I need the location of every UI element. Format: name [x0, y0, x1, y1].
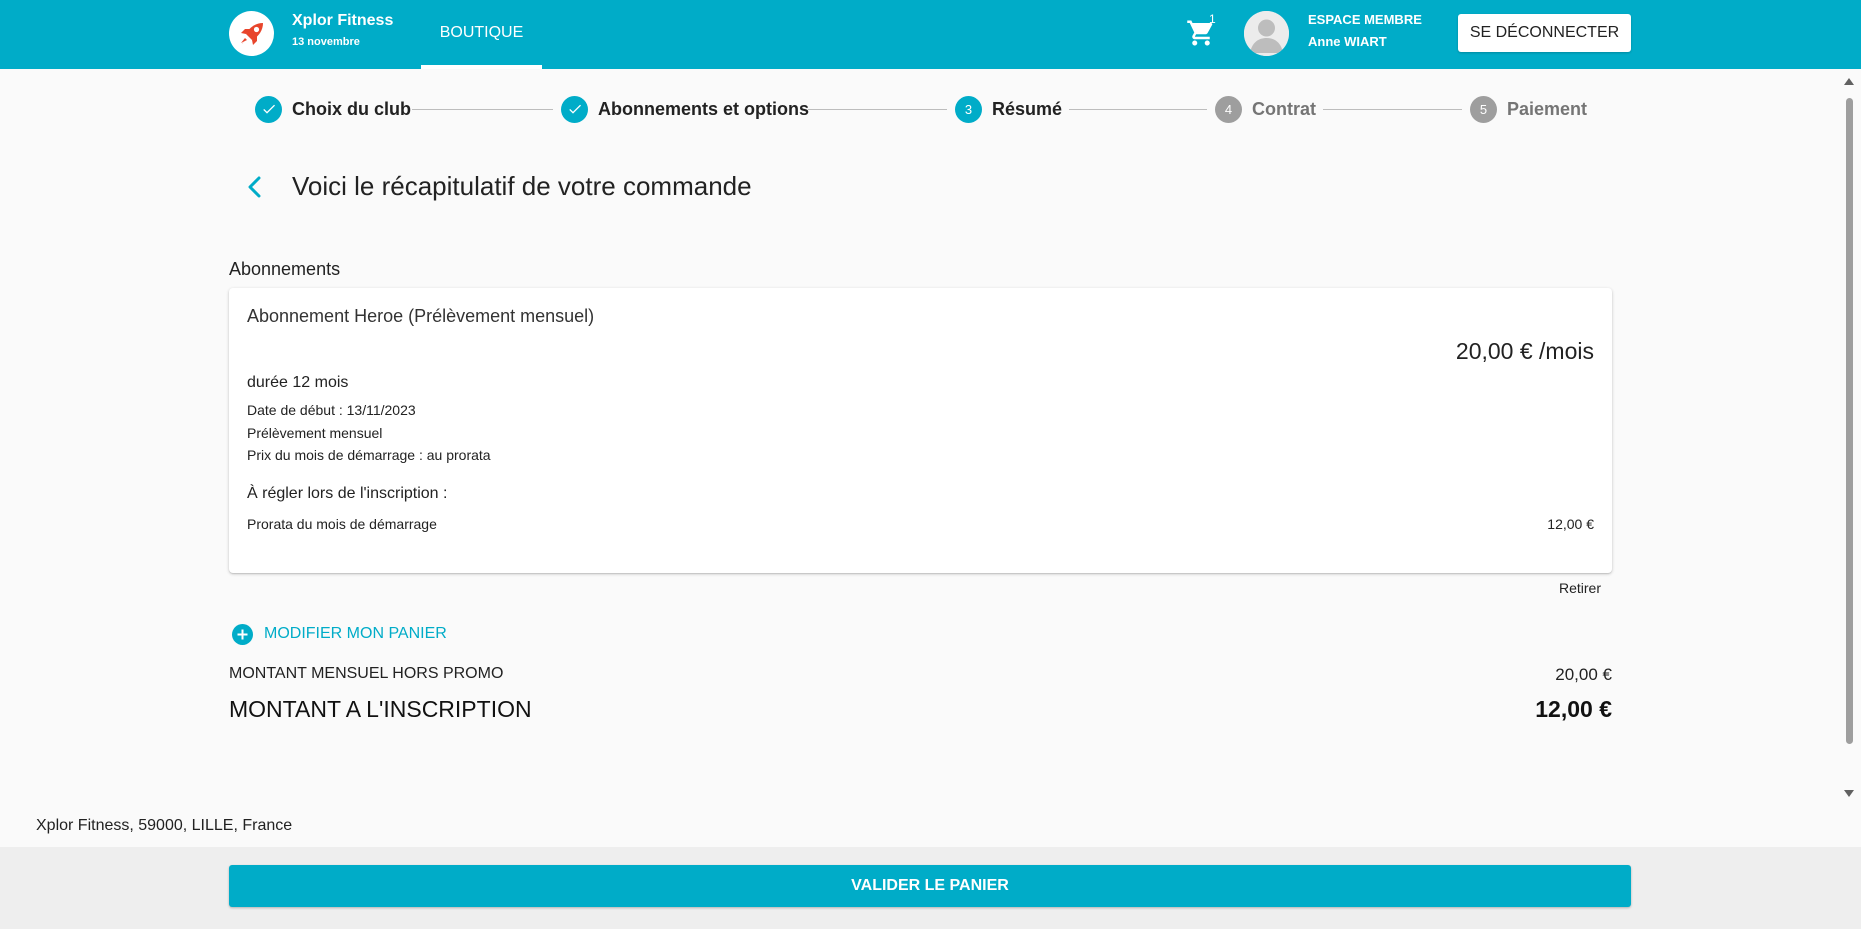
subscription-duration: durée 12 mois [247, 374, 349, 391]
step-label: Contrat [1252, 98, 1316, 119]
step-number: 3 [955, 95, 982, 123]
start-date: Date de début : 13/11/2023 [247, 402, 416, 418]
step-contrat: 4 Contrat [1215, 95, 1316, 123]
check-icon [255, 95, 282, 123]
validate-cart-button[interactable]: VALIDER LE PANIER [229, 865, 1631, 907]
step-connector [1323, 109, 1462, 110]
step-choix-du-club[interactable]: Choix du club [255, 95, 411, 123]
step-resume: 3 Résumé [955, 95, 1062, 123]
top-bar: Xplor Fitness 13 novembre BOUTIQUE 1 ESP… [0, 0, 1861, 69]
scrollbar-thumb[interactable] [1846, 98, 1853, 744]
due-at-signup-label: À régler lors de l'inscription : [247, 485, 448, 502]
subscription-name: Abonnement Heroe (Prélèvement mensuel) [247, 306, 595, 326]
scroll-down-arrow-icon[interactable] [1843, 789, 1855, 799]
step-label: Résumé [992, 98, 1063, 119]
step-label: Paiement [1507, 98, 1588, 119]
back-button[interactable] [241, 173, 269, 201]
prorata-value: 12,00 € [1547, 516, 1594, 532]
club-address: Xplor Fitness, 59000, LILLE, France [36, 817, 293, 834]
cart-count-badge: 1 [1209, 12, 1216, 26]
step-connector [808, 109, 947, 110]
step-paiement: 5 Paiement [1470, 95, 1587, 123]
subscription-card: Abonnement Heroe (Prélèvement mensuel) 2… [229, 288, 1612, 573]
modify-cart-label: MODIFIER MON PANIER [264, 625, 447, 642]
step-number: 4 [1215, 95, 1242, 123]
step-connector [1069, 109, 1207, 110]
step-abonnements-options[interactable]: Abonnements et options [561, 95, 809, 123]
payment-mode: Prélèvement mensuel [247, 425, 383, 441]
remove-button[interactable]: Retirer [1559, 580, 1601, 596]
prorata-label: Prorata du mois de démarrage [247, 516, 437, 532]
step-number: 5 [1470, 95, 1497, 123]
rocket-icon [240, 22, 263, 45]
monthly-amount-label: MONTANT MENSUEL HORS PROMO [229, 665, 504, 682]
step-label: Abonnements et options [598, 98, 809, 119]
modify-cart-button[interactable]: MODIFIER MON PANIER [232, 622, 447, 646]
avatar[interactable] [1244, 11, 1289, 56]
brand-name: Xplor Fitness [292, 12, 394, 29]
logout-button[interactable]: SE DÉCONNECTER [1458, 14, 1631, 52]
signup-amount-label: MONTANT A L'INSCRIPTION [229, 696, 532, 722]
signup-amount-value: 12,00 € [1535, 696, 1612, 722]
page-title: Voici le récapitulatif de votre commande [292, 171, 752, 201]
start-month-price: Prix du mois de démarrage : au prorata [247, 447, 491, 463]
step-label: Choix du club [292, 98, 411, 119]
user-icon [1244, 11, 1289, 56]
check-icon [561, 95, 588, 123]
tab-boutique[interactable]: BOUTIQUE [421, 0, 542, 69]
chevron-left-icon [248, 176, 261, 198]
member-name[interactable]: Anne WIART [1308, 34, 1387, 49]
member-area-label[interactable]: ESPACE MEMBRE [1308, 12, 1422, 27]
brand-logo[interactable] [229, 11, 274, 56]
brand-date: 13 novembre [292, 36, 360, 48]
step-connector [412, 109, 553, 110]
section-label: Abonnements [229, 259, 341, 279]
subscription-price: 20,00 € /mois [1455, 338, 1594, 364]
plus-circle-icon [232, 623, 253, 645]
scroll-up-arrow-icon[interactable] [1843, 76, 1855, 86]
monthly-amount-value: 20,00 € [1555, 665, 1612, 684]
